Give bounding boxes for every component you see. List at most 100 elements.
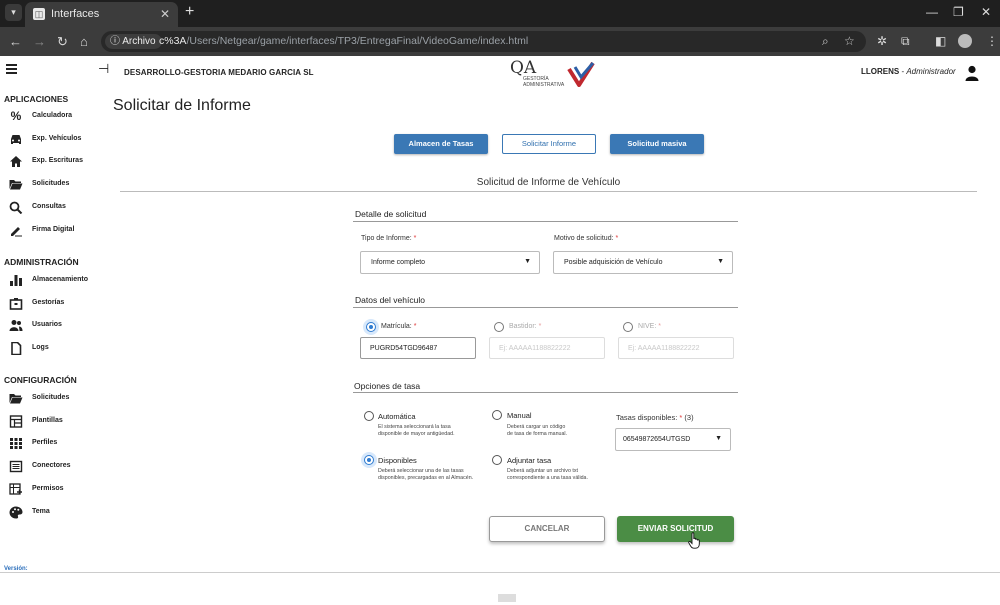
car-icon bbox=[11, 135, 21, 144]
manual-description: Deberá cargar un código de tasa de forma… bbox=[507, 424, 568, 437]
send-request-button[interactable]: ENVIAR SOLICITUD bbox=[617, 516, 734, 542]
matricula-input[interactable]: PUGRD54TGD96487 bbox=[360, 337, 476, 359]
restore-icon[interactable]: ❐ bbox=[953, 5, 964, 19]
user-icon[interactable] bbox=[965, 65, 979, 81]
adjuntar-title: Adjuntar tasa bbox=[507, 456, 552, 465]
page-bottom-divider bbox=[0, 572, 1000, 573]
adjuntar-radio[interactable] bbox=[492, 455, 502, 465]
solicitud-masiva-button[interactable]: Solicitud masiva bbox=[610, 134, 704, 154]
puzzle-icon[interactable]: ⧉ bbox=[901, 34, 910, 49]
tasas-disponibles-select[interactable]: 06549872654UTGSD ▼ bbox=[615, 428, 731, 451]
tipo-informe-select[interactable]: Informe completo ▼ bbox=[360, 251, 540, 274]
disponibles-radio[interactable] bbox=[364, 455, 374, 465]
sidebar-item-conectores[interactable]: Conectores bbox=[9, 459, 99, 474]
section-title-aplicaciones: APLICACIONES bbox=[4, 94, 69, 104]
forward-icon[interactable]: → bbox=[33, 34, 46, 49]
collapse-sidebar-icon[interactable]: ⊣ bbox=[98, 61, 109, 77]
reload-icon[interactable]: ↻ bbox=[57, 34, 68, 50]
tab-close-icon[interactable]: ✕ bbox=[160, 7, 170, 21]
adjuntar-description: Deberá adjuntar un archivo txt correspon… bbox=[507, 468, 588, 481]
signature-icon bbox=[11, 227, 22, 237]
user-info: LLORENS - Administrador bbox=[861, 67, 956, 76]
bastidor-radio[interactable] bbox=[494, 322, 504, 332]
company-name: DESARROLLO-GESTORIA MEDARIO GARCIA SL bbox=[124, 68, 314, 77]
home-icon[interactable]: ⌂ bbox=[80, 34, 88, 49]
company-logo: QA GESTORÍA ADMINISTRATIVA bbox=[510, 58, 600, 88]
chevron-down-icon: ▼ bbox=[717, 258, 724, 265]
sidebar-item-exp-escrituras[interactable]: Exp. Escrituras bbox=[9, 154, 99, 169]
logo-subtitle: GESTORÍA ADMINISTRATIVA bbox=[523, 76, 565, 88]
motivo-solicitud-label: Motivo de solicitud: * bbox=[554, 235, 619, 242]
sidebar-item-firma-digital[interactable]: Firma Digital bbox=[9, 223, 99, 238]
hamburger-menu-icon[interactable] bbox=[6, 64, 17, 76]
vehiculo-section-title: Datos del vehículo bbox=[355, 295, 425, 305]
disponibles-title: Disponibles bbox=[378, 456, 417, 465]
disponibles-description: Deberá seleccionar una de las tasas disp… bbox=[378, 468, 474, 481]
new-tab-icon[interactable]: + bbox=[185, 3, 194, 21]
automatica-radio[interactable] bbox=[364, 411, 374, 421]
users-icon bbox=[9, 320, 23, 331]
detalle-section-title: Detalle de solicitud bbox=[355, 209, 427, 219]
automatica-description: El sistema seleccionará la tasa disponib… bbox=[378, 424, 455, 437]
nive-radio[interactable] bbox=[623, 322, 633, 332]
window-close-icon[interactable]: ✕ bbox=[981, 5, 991, 19]
bookmark-star-icon[interactable]: ☆ bbox=[844, 34, 855, 48]
browser-tab[interactable]: ◫ Interfaces ✕ bbox=[25, 2, 178, 27]
extension-icon[interactable]: ✲ bbox=[877, 34, 887, 48]
palette-icon bbox=[9, 506, 23, 519]
vehiculo-divider bbox=[353, 307, 738, 308]
chevron-down-icon: ▼ bbox=[715, 435, 722, 442]
address-bar[interactable]: ⓘ Archivo c%3A/Users/Netgear/game/interf… bbox=[101, 31, 866, 52]
grid-icon bbox=[10, 438, 22, 449]
sidebar-item-tema[interactable]: Tema bbox=[9, 505, 99, 520]
sidebar-item-consultas[interactable]: Consultas bbox=[9, 200, 99, 215]
sidebar-item-calculadora[interactable]: % Calculadora bbox=[9, 109, 99, 124]
url-text: c%3A/Users/Netgear/game/interfaces/TP3/E… bbox=[159, 35, 529, 47]
matricula-radio[interactable] bbox=[366, 322, 376, 332]
minimize-icon[interactable]: — bbox=[926, 5, 938, 19]
file-chip[interactable]: ⓘ Archivo bbox=[105, 34, 162, 49]
sidebar-item-perfiles[interactable]: Perfiles bbox=[9, 436, 99, 451]
tab-search-icon[interactable]: ▾ bbox=[5, 4, 22, 21]
horizontal-scrollbar[interactable] bbox=[498, 594, 516, 602]
detalle-divider bbox=[353, 221, 738, 222]
sidebar-item-config-solicitudes[interactable]: Solicitudes bbox=[9, 391, 99, 406]
motivo-solicitud-select[interactable]: Posible adquisición de Vehículo ▼ bbox=[553, 251, 733, 274]
office-icon bbox=[9, 298, 23, 310]
sidebar-item-gestorias[interactable]: Gestorías bbox=[9, 296, 99, 311]
back-icon[interactable]: ← bbox=[9, 34, 22, 49]
sidebar-item-permisos[interactable]: Permisos bbox=[9, 482, 99, 497]
sidebar-item-plantillas[interactable]: Plantillas bbox=[9, 414, 99, 429]
form-heading-divider bbox=[120, 191, 977, 192]
sidebar-item-solicitudes[interactable]: Solicitudes bbox=[9, 177, 99, 192]
page-favicon-icon: ◫ bbox=[33, 8, 45, 20]
sidebar-item-almacenamiento[interactable]: Almacenamiento bbox=[9, 273, 99, 288]
bar-chart-icon bbox=[10, 275, 22, 286]
page-title: Solicitar de Informe bbox=[113, 97, 251, 114]
bastidor-input[interactable]: Ej: AAAAA1188822222 bbox=[489, 337, 605, 359]
manual-title: Manual bbox=[507, 411, 532, 420]
side-panel-icon[interactable]: ◧ bbox=[935, 34, 946, 48]
almacen-tasas-button[interactable]: Almacen de Tasas bbox=[394, 134, 488, 154]
browser-toolbar: ← → ↻ ⌂ ⓘ Archivo c%3A/Users/Netgear/gam… bbox=[0, 27, 1000, 56]
zoom-icon[interactable]: ⌕ bbox=[822, 34, 829, 49]
nive-label: NIVE: * bbox=[638, 323, 661, 330]
browser-menu-icon[interactable]: ⋮ bbox=[986, 34, 998, 48]
logo-check-icon bbox=[567, 61, 595, 87]
cancel-button[interactable]: CANCELAR bbox=[489, 516, 605, 542]
manual-radio[interactable] bbox=[492, 410, 502, 420]
sidebar-item-logs[interactable]: Logs bbox=[9, 341, 99, 356]
app-header: ⊣ DESARROLLO-GESTORIA MEDARIO GARCIA SL … bbox=[0, 56, 1000, 90]
document-icon bbox=[11, 342, 22, 355]
solicitar-informe-button[interactable]: Solicitar Informe bbox=[502, 134, 596, 154]
tasas-disponibles-label: Tasas disponibles: * (3) bbox=[616, 413, 694, 422]
automatica-title: Automática bbox=[378, 412, 416, 421]
section-title-administracion: ADMINISTRACIÓN bbox=[4, 257, 79, 267]
sidebar-item-exp-vehiculos[interactable]: Exp. Vehículos bbox=[9, 132, 99, 147]
tipo-informe-label: Tipo de Informe: * bbox=[361, 235, 417, 242]
search-icon bbox=[9, 201, 23, 214]
sidebar: APLICACIONES % Calculadora Exp. Vehículo… bbox=[0, 90, 100, 572]
nive-input[interactable]: Ej: AAAAA1188822222 bbox=[618, 337, 734, 359]
sidebar-item-usuarios[interactable]: Usuarios bbox=[9, 318, 99, 333]
profile-avatar-icon[interactable] bbox=[958, 34, 972, 48]
